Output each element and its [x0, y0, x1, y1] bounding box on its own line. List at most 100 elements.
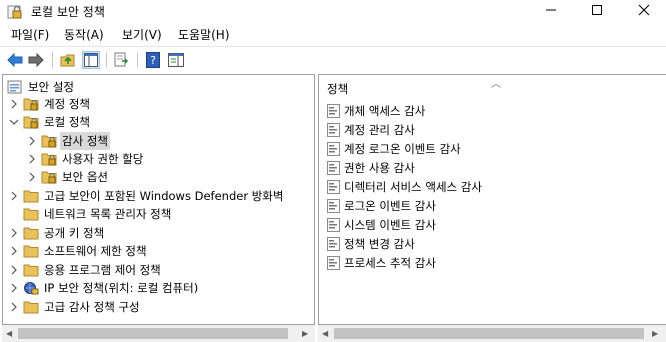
tree-root-security-settings[interactable]: 보안 설정	[7, 78, 76, 96]
tree-horizontal-scrollbar[interactable]: ◀ ▶	[2, 325, 315, 342]
toolbar-separator	[52, 52, 53, 68]
menu-file[interactable]: 파일(F)	[9, 26, 51, 43]
locked-folder-icon	[41, 134, 57, 148]
maximize-icon	[592, 5, 602, 15]
expand-chevron-icon[interactable]	[9, 228, 19, 238]
folder-icon	[23, 189, 39, 203]
expand-chevron-icon[interactable]	[9, 246, 19, 256]
tree-item-audit-policy[interactable]: 감사 정책	[41, 132, 110, 150]
close-button[interactable]	[622, 0, 666, 20]
expand-chevron-icon[interactable]	[9, 283, 19, 293]
back-arrow-icon	[7, 53, 23, 67]
locked-folder-icon	[41, 170, 57, 184]
minimize-button[interactable]	[529, 0, 573, 20]
minimize-icon	[546, 9, 556, 11]
expand-chevron-icon[interactable]	[27, 172, 37, 182]
folder-icon	[23, 263, 39, 277]
scroll-right-icon[interactable]: ▶	[652, 329, 658, 338]
help-icon: ?	[146, 52, 160, 68]
expand-chevron-icon[interactable]	[9, 302, 19, 312]
properties-pane-icon	[168, 53, 184, 67]
sort-ascending-icon: ︿	[491, 79, 501, 90]
window-title: 로컬 보안 정책	[31, 5, 105, 19]
expand-chevron-icon[interactable]	[9, 265, 19, 275]
tree-item-ip-security[interactable]: IP 보안 정책(위치: 로컬 컴퓨터)	[23, 279, 200, 297]
policy-setting-icon	[327, 123, 341, 137]
svg-text:?: ?	[150, 54, 156, 67]
show-hide-tree-icon	[84, 53, 98, 67]
policy-setting-icon	[327, 142, 341, 156]
export-list-icon	[114, 52, 129, 67]
list-item[interactable]: 시스템 이벤트 감사	[327, 216, 436, 234]
scroll-right-icon[interactable]: ▶	[302, 329, 308, 338]
folder-icon	[23, 207, 39, 221]
close-icon	[638, 4, 650, 16]
menu-action[interactable]: 동작(A)	[62, 26, 106, 43]
list-item[interactable]: 디렉터리 서비스 액세스 감사	[327, 178, 482, 196]
expand-chevron-icon[interactable]	[27, 154, 37, 164]
expand-chevron-icon[interactable]	[9, 99, 19, 109]
list-item[interactable]: 계정 관리 감사	[327, 121, 415, 139]
title-bar: 로컬 보안 정책	[0, 0, 666, 22]
maximize-button[interactable]	[575, 0, 619, 20]
scrollbar-thumb[interactable]	[18, 328, 288, 339]
toolbar-separator	[137, 52, 138, 68]
column-header-policy[interactable]: 정책	[327, 81, 348, 97]
tree-item-network-list-manager[interactable]: 네트워크 목록 관리자 정책	[23, 205, 173, 223]
toolbar: ?	[0, 46, 666, 72]
tree-item-local-policy[interactable]: 로컬 정책	[23, 113, 92, 131]
local-security-policy-window: 로컬 보안 정책 파일(F) 동작(A) 보기(V) 도움말(H) ? 보안 설…	[0, 0, 666, 342]
tree-root-label: 보안 설정	[28, 80, 74, 94]
expand-chevron-icon[interactable]	[27, 136, 37, 146]
ip-security-icon	[23, 281, 39, 295]
forward-button[interactable]	[27, 51, 45, 69]
list-item[interactable]: 계정 로그온 이벤트 감사	[327, 140, 461, 158]
expand-chevron-icon[interactable]	[9, 191, 19, 201]
list-item[interactable]: 권한 사용 감사	[327, 159, 415, 177]
tree-pane: 보안 설정 계정 정책 로컬 정책 감사 정책 사용자 권한 할당 보안 옵션 …	[2, 74, 315, 325]
help-button[interactable]: ?	[144, 51, 162, 69]
tree-item-public-key-policy[interactable]: 공개 키 정책	[23, 224, 106, 242]
scrollbar-thumb[interactable]	[334, 328, 644, 339]
tree-item-advanced-audit[interactable]: 고급 감사 정책 구성	[23, 298, 142, 316]
locked-folder-icon	[23, 115, 39, 129]
policy-setting-icon	[327, 218, 341, 232]
folder-icon	[23, 244, 39, 258]
policy-setting-icon	[327, 104, 341, 118]
toolbar-separator	[106, 52, 107, 68]
scroll-left-icon[interactable]: ◀	[6, 329, 12, 338]
list-item[interactable]: 프로세스 추적 감사	[327, 254, 436, 272]
folder-icon	[23, 226, 39, 240]
up-folder-icon	[60, 54, 75, 67]
list-item[interactable]: 로그온 이벤트 감사	[327, 197, 436, 215]
list-horizontal-scrollbar[interactable]: ◀ ▶	[318, 325, 666, 342]
collapse-chevron-icon[interactable]	[9, 117, 19, 127]
policy-setting-icon	[327, 161, 341, 175]
show-hide-tree-button[interactable]	[82, 51, 100, 69]
menu-help[interactable]: 도움말(H)	[176, 26, 232, 43]
tree-item-application-control[interactable]: 응용 프로그램 제어 정책	[23, 261, 163, 279]
list-item[interactable]: 개체 액세스 감사	[327, 102, 425, 120]
folder-icon	[23, 300, 39, 314]
tree-item-account-policy[interactable]: 계정 정책	[23, 95, 92, 113]
back-button[interactable]	[6, 51, 24, 69]
forward-arrow-icon	[28, 53, 44, 67]
tree-item-software-restriction[interactable]: 소프트웨어 제한 정책	[23, 242, 149, 260]
policy-list-pane: ︿ 정책 개체 액세스 감사 계정 관리 감사 계정 로그온 이벤트 감사 권한…	[318, 74, 666, 325]
app-lock-icon	[7, 3, 23, 19]
up-one-level-button[interactable]	[59, 51, 77, 69]
export-list-button[interactable]	[113, 51, 131, 69]
list-item[interactable]: 정책 변경 감사	[327, 235, 415, 253]
tree-item-defender-firewall[interactable]: 고급 보안이 포함된 Windows Defender 방화벽	[23, 187, 285, 205]
security-settings-icon	[7, 80, 23, 94]
tree-item-security-options[interactable]: 보안 옵션	[41, 168, 110, 186]
scroll-left-icon[interactable]: ◀	[322, 329, 328, 338]
menu-view[interactable]: 보기(V)	[120, 26, 164, 43]
menu-bar: 파일(F) 동작(A) 보기(V) 도움말(H)	[0, 24, 666, 44]
policy-setting-icon	[327, 199, 341, 213]
properties-pane-button[interactable]	[167, 51, 185, 69]
locked-folder-icon	[41, 152, 57, 166]
policy-setting-icon	[327, 237, 341, 251]
tree-item-user-rights[interactable]: 사용자 권한 할당	[41, 150, 145, 168]
locked-folder-icon	[23, 97, 39, 111]
